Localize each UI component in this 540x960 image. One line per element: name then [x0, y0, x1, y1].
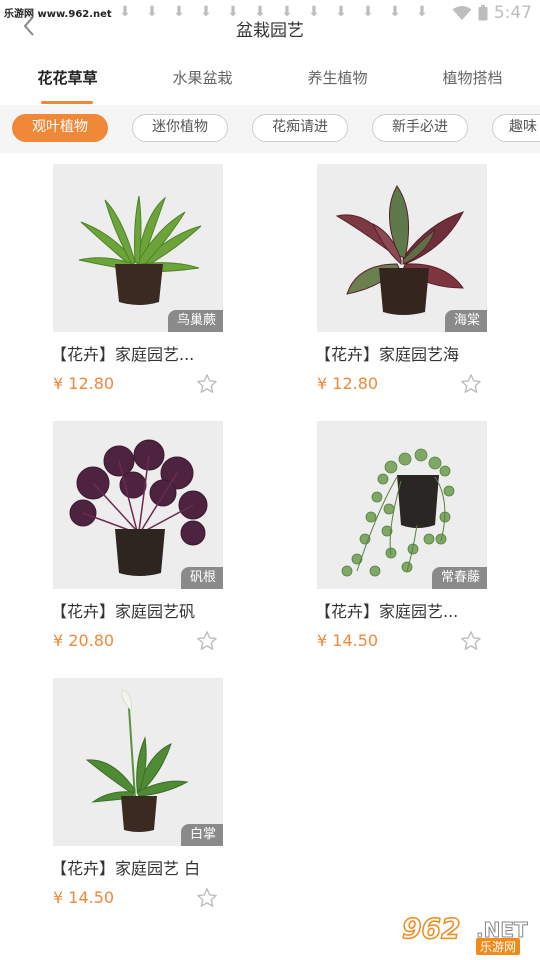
ivy-illustration	[341, 448, 455, 577]
tab-plant-partners[interactable]: 植物搭档	[405, 58, 540, 104]
product-price: ¥ 14.50	[53, 888, 115, 907]
chip-beginners[interactable]: 新手必进	[372, 114, 468, 142]
product-image[interactable]: 海棠	[317, 164, 487, 332]
star-icon[interactable]	[196, 887, 218, 909]
watermark-number: 962	[401, 911, 461, 946]
begonia-illustration	[335, 185, 464, 315]
product-title[interactable]: 【花卉】家庭园艺矾	[51, 598, 251, 622]
star-icon[interactable]	[196, 373, 218, 395]
product-card[interactable]: 鸟巢蕨 【花卉】家庭园艺... ¥ 12.80	[51, 164, 223, 393]
product-card[interactable]: 常春藤 【花卉】家庭园艺... ¥ 14.50	[315, 421, 487, 650]
peace-lily-illustration	[85, 689, 189, 832]
product-image[interactable]: 常春藤	[317, 421, 487, 589]
product-image[interactable]: 矾根	[53, 421, 223, 589]
product-title[interactable]: 【花卉】家庭园艺 白	[51, 855, 251, 879]
product-price: ¥ 12.80	[317, 374, 379, 393]
product-card[interactable]: 海棠 【花卉】家庭园艺海 ¥ 12.80	[315, 164, 487, 393]
product-image[interactable]: 白掌	[53, 678, 223, 846]
product-price: ¥ 20.80	[53, 631, 115, 650]
plant-name-badge: 矾根	[180, 567, 223, 589]
product-title[interactable]: 【花卉】家庭园艺...	[51, 341, 251, 365]
plant-name-badge: 鸟巢蕨	[167, 310, 223, 332]
plant-name-badge: 白掌	[180, 824, 223, 846]
product-card[interactable]: 白掌 【花卉】家庭园艺 白 ¥ 14.50	[51, 678, 223, 907]
tab-flowers[interactable]: 花花草草	[0, 58, 135, 104]
watermark-logo: 962 .NET 乐游网	[401, 911, 536, 956]
page-title: 盆栽园艺	[236, 21, 304, 41]
chip-fun[interactable]: 趣味	[492, 114, 540, 142]
filter-chips-bar: 观叶植物 迷你植物 花痴请进 新手必进 趣味	[0, 105, 540, 153]
star-icon[interactable]	[460, 630, 482, 652]
category-tabs: 花花草草 水果盆栽 养生植物 植物搭档	[0, 58, 540, 104]
star-icon[interactable]	[196, 630, 218, 652]
product-price: ¥ 12.80	[53, 374, 115, 393]
product-title[interactable]: 【花卉】家庭园艺...	[315, 598, 515, 622]
heuchera-illustration	[69, 439, 208, 576]
watermark-site-name: 乐游网	[476, 938, 521, 955]
product-image[interactable]: 鸟巢蕨	[53, 164, 223, 332]
tab-fruit-bonsai[interactable]: 水果盆栽	[135, 58, 270, 104]
plant-name-badge: 海棠	[444, 310, 487, 332]
star-icon[interactable]	[460, 373, 482, 395]
plant-name-badge: 常春藤	[431, 567, 487, 589]
tab-health-plants[interactable]: 养生植物	[270, 58, 405, 104]
product-price: ¥ 14.50	[317, 631, 379, 650]
active-tab-indicator	[41, 101, 93, 104]
chip-mini-plants[interactable]: 迷你植物	[132, 114, 228, 142]
chip-flower-lovers[interactable]: 花痴请进	[252, 114, 348, 142]
product-card[interactable]: 矾根 【花卉】家庭园艺矾 ¥ 20.80	[51, 421, 223, 650]
bird-nest-fern-illustration	[78, 195, 202, 305]
product-title[interactable]: 【花卉】家庭园艺海	[315, 341, 515, 365]
chip-foliage-plants[interactable]: 观叶植物	[12, 114, 108, 142]
